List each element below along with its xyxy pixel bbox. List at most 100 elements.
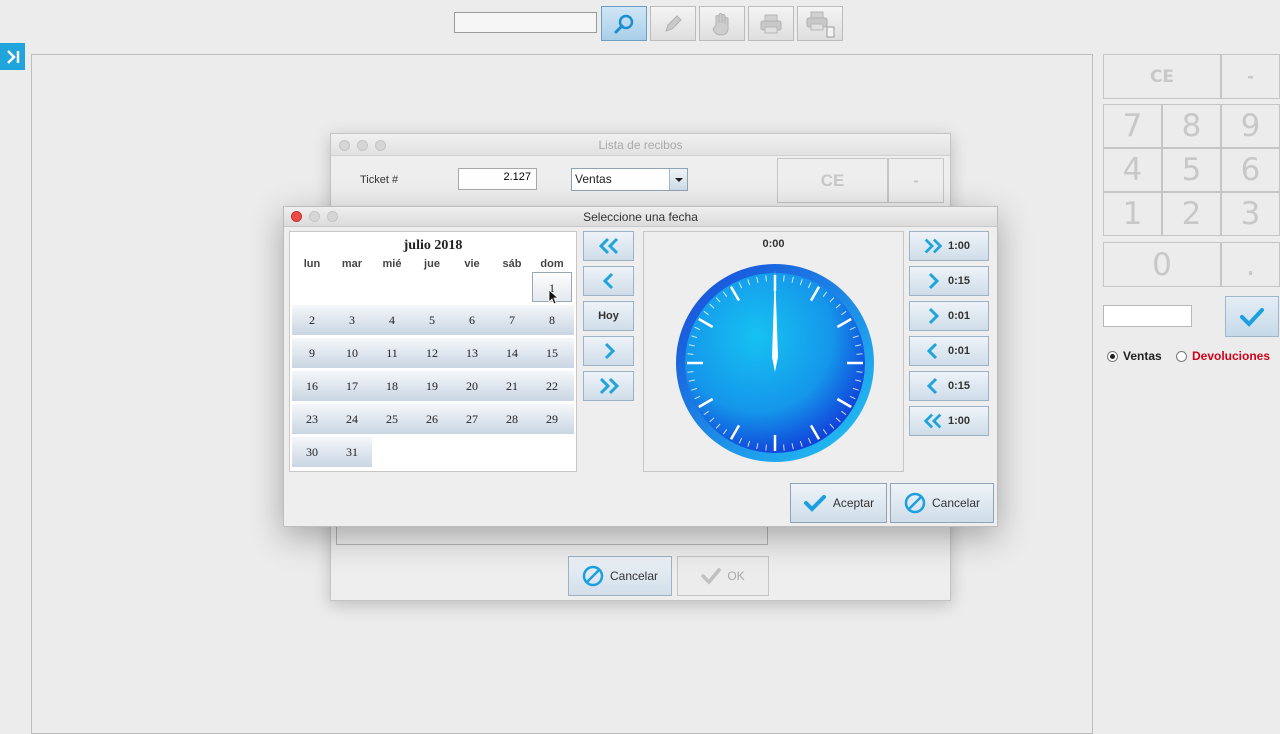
date-picker-titlebar: Seleccione una fecha (284, 207, 997, 227)
receipts-cancel-button[interactable]: Cancelar (568, 556, 672, 596)
zoom-window-icon[interactable] (327, 211, 338, 222)
keypad-input[interactable] (1103, 305, 1192, 327)
calendar-day[interactable]: 4 (372, 305, 412, 335)
keypad-4-button[interactable]: 4 (1103, 148, 1162, 192)
receipts-minus-button[interactable]: - (888, 158, 944, 203)
close-window-icon[interactable] (291, 211, 302, 222)
calendar-day[interactable]: 6 (452, 305, 492, 335)
calendar-day[interactable]: 2 (292, 305, 332, 335)
add-15-minutes-button[interactable]: 0:15 (909, 266, 989, 296)
calendar-day[interactable]: 16 (292, 371, 332, 401)
calendar-day[interactable]: 19 (412, 371, 452, 401)
print-button[interactable] (748, 6, 794, 41)
keypad-0-button[interactable]: 0 (1103, 242, 1221, 287)
keypad-confirm-button[interactable] (1225, 296, 1279, 337)
close-window-icon[interactable] (339, 140, 350, 151)
ticket-number-field[interactable]: 2.127 (458, 168, 537, 190)
keypad-3-button[interactable]: 3 (1221, 192, 1280, 236)
calendar-day[interactable]: 31 (332, 437, 372, 467)
calendar-day[interactable]: 3 (332, 305, 372, 335)
print-ticket-button[interactable] (797, 6, 843, 41)
calendar-day[interactable]: 28 (492, 404, 532, 434)
clock-panel: 0:00 (643, 231, 904, 472)
calendar-day (492, 272, 532, 302)
today-button[interactable]: Hoy (583, 301, 634, 331)
calendar-day[interactable]: 7 (492, 305, 532, 335)
subtract-15-minutes-button[interactable]: 0:15 (909, 371, 989, 401)
subtract-hour-button[interactable]: 1:00 (909, 406, 989, 436)
edit-button[interactable] (650, 6, 696, 41)
calendar-day[interactable]: 26 (412, 404, 452, 434)
calendar-day[interactable]: 29 (532, 404, 572, 434)
receipts-ok-label: OK (727, 569, 745, 583)
zoom-window-icon[interactable] (375, 140, 386, 151)
previous-month-button[interactable] (583, 266, 634, 296)
calendar-day[interactable]: 13 (452, 338, 492, 368)
checkmark-icon (803, 495, 826, 512)
expand-panel-button[interactable] (0, 43, 25, 70)
chevron-left-icon (926, 377, 938, 395)
calendar-day[interactable]: 21 (492, 371, 532, 401)
calendar-day[interactable]: 25 (372, 404, 412, 434)
receipts-ok-button[interactable]: OK (677, 556, 769, 596)
search-button[interactable] (601, 6, 647, 41)
calendar-day[interactable]: 9 (292, 338, 332, 368)
calendar-day (372, 437, 412, 467)
accept-button[interactable]: Aceptar (790, 483, 887, 523)
cancel-button[interactable]: Cancelar (890, 483, 994, 523)
weekday-label: mar (341, 258, 363, 270)
calendar-day[interactable]: 30 (292, 437, 332, 467)
keypad-minus-button[interactable]: - (1221, 54, 1280, 99)
toolbar-search-input[interactable] (454, 12, 597, 33)
keypad-6-button[interactable]: 6 (1221, 148, 1280, 192)
calendar-day[interactable]: 10 (332, 338, 372, 368)
calendar-day[interactable]: 24 (332, 404, 372, 434)
clock-icon[interactable] (674, 262, 876, 464)
keypad-2-button[interactable]: 2 (1162, 192, 1221, 236)
minimize-window-icon[interactable] (357, 140, 368, 151)
calendar-day (372, 272, 412, 302)
next-year-button[interactable] (583, 371, 634, 401)
subtract-15-minutes-label: 0:15 (948, 380, 971, 392)
calendar-day[interactable]: 27 (452, 404, 492, 434)
keypad-5-button[interactable]: 5 (1162, 148, 1221, 192)
calendar-day[interactable]: 14 (492, 338, 532, 368)
calendar-day[interactable]: 23 (292, 404, 332, 434)
keypad-ce-button[interactable]: CE (1103, 54, 1221, 99)
calendar-day (452, 437, 492, 467)
date-picker-title: Seleccione una fecha (583, 210, 698, 224)
ventas-radio[interactable]: Ventas (1107, 349, 1162, 363)
weekday-label: dom (540, 258, 564, 270)
calendar-day[interactable]: 12 (412, 338, 452, 368)
calendar-day[interactable]: 20 (452, 371, 492, 401)
add-hour-button[interactable]: 1:00 (909, 231, 989, 261)
calendar-day[interactable]: 15 (532, 338, 572, 368)
keypad-8-button[interactable]: 8 (1162, 104, 1221, 148)
add-minute-button[interactable]: 0:01 (909, 301, 989, 331)
keypad-dot-button[interactable]: . (1221, 242, 1280, 287)
receipt-type-select[interactable]: Ventas (571, 168, 688, 191)
ventas-label: Ventas (1123, 349, 1162, 363)
previous-year-button[interactable] (583, 231, 634, 261)
hand-button[interactable] (699, 6, 745, 41)
calendar-day[interactable]: 5 (412, 305, 452, 335)
accept-label: Aceptar (832, 496, 875, 510)
calendar-day[interactable]: 11 (372, 338, 412, 368)
calendar-day[interactable]: 17 (332, 371, 372, 401)
minimize-window-icon[interactable] (309, 211, 320, 222)
calendar-day (452, 272, 492, 302)
calendar-day[interactable]: 8 (532, 305, 572, 335)
weekday-label: vie (464, 258, 480, 270)
keypad-1-button[interactable]: 1 (1103, 192, 1162, 236)
next-month-button[interactable] (583, 336, 634, 366)
keypad-7-button[interactable]: 7 (1103, 104, 1162, 148)
ticket-label: Ticket # (360, 174, 399, 186)
double-chevron-right-icon (924, 238, 943, 254)
calendar-day[interactable]: 22 (532, 371, 572, 401)
weekday-label: sáb (502, 258, 522, 270)
calendar-day[interactable]: 18 (372, 371, 412, 401)
subtract-minute-button[interactable]: 0:01 (909, 336, 989, 366)
devoluciones-radio[interactable]: Devoluciones (1176, 349, 1270, 363)
keypad-9-button[interactable]: 9 (1221, 104, 1280, 148)
receipts-ce-button[interactable]: CE (777, 158, 888, 203)
